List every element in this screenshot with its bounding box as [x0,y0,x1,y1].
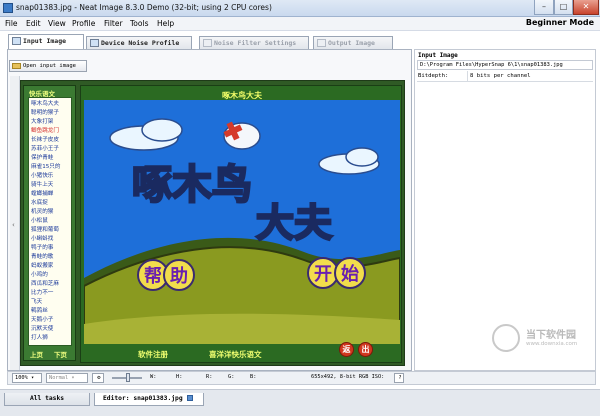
tab-device-noise-profile[interactable]: Device Noise Profile [86,36,192,49]
watermark: 当下软件园 www.downxia.com [492,322,592,358]
chevron-left-icon[interactable]: ‹ [12,221,15,229]
list-item: 苏菲小王子 [31,146,59,152]
w-label: W: [150,374,157,380]
divider [467,71,468,81]
list-item: 麻雀15只的 [31,164,61,170]
back-badge: 返 [339,342,354,357]
image-icon [12,37,21,45]
start-char-2: 始 [341,263,359,285]
list-item: 飞天 [31,299,43,305]
list-item: 鲫鱼跳龙门 [31,128,59,134]
menu-file[interactable]: File [5,19,18,28]
image-sidebar: 快乐语文 啄木鸟大夫 聪明的猴子 大象打架 鲫鱼跳龙门 长袜子皮皮 苏菲小王子 … [23,85,76,361]
watermark-logo [492,324,520,352]
list-item: 蚂蚁搬家 [31,263,54,269]
list-item: 沉默天使 [31,326,54,332]
app-icon [3,3,13,13]
footer-register: 软件注册 [138,350,168,359]
watermark-text: 当下软件园 [526,330,576,341]
b-label: B: [250,374,257,380]
list-item: 长袜子皮皮 [31,137,59,143]
h-label: H: [176,374,183,380]
list-item: 啄木鸟大夫 [31,101,59,107]
minimize-button[interactable]: – [534,0,554,15]
list-item: 西瓜和芝麻 [31,281,59,287]
title-bar: snap01383.jpg - Neat Image 8.3.0 Demo (3… [0,0,600,17]
maximize-button[interactable]: □ [554,0,573,15]
image-path-field[interactable]: D:\Program Files\HyperSnap 6\1\snap01383… [417,60,593,70]
help-char-2: 助 [170,265,188,287]
footer-brand: 喜洋洋快乐语文 [209,350,262,359]
zoom-select[interactable]: 100% ▾ [12,373,42,383]
main-tabs: Input Image Device Noise Profile Noise F… [0,33,600,49]
big-title-1: 啄木鸟 [132,162,252,208]
tab-noise-filter-settings[interactable]: Noise Filter Settings [199,36,309,49]
bitdepth-value: 8 bits per channel [470,73,531,79]
view-mode-select[interactable]: Normal ▾ [46,373,88,383]
g-label: G: [228,374,235,380]
list-item: 螳螂捕蝉 [31,191,54,197]
preview-slider-handle[interactable] [126,373,130,382]
sidebar-prev-page: 上页 [30,351,43,359]
left-collapse-strip[interactable]: ‹ › [10,76,20,404]
list-item: 大象打架 [31,119,54,125]
list-item: 鸭子的事 [31,245,54,251]
tab-input-image[interactable]: Input Image [8,34,84,49]
help-char-1: 帮 [144,265,162,287]
sidebar-next-page: 下页 [54,351,67,359]
info-heading: Input Image [418,52,458,59]
menu-bar: File Edit View Profile Filter Tools Help… [0,17,600,31]
task-bar [0,389,600,416]
menu-view[interactable]: View [48,19,66,28]
list-item: 保护青蛙 [31,155,54,161]
menu-profile[interactable]: Profile [72,19,95,28]
mode-label[interactable]: Beginner Mode [526,18,594,27]
divider [417,81,593,82]
sidebar-list: 啄木鸟大夫 聪明的猴子 大象打架 鲫鱼跳龙门 长袜子皮皮 苏菲小王子 保护青蛙 … [28,97,72,346]
help-button[interactable]: ? [394,373,404,383]
tab-output-image[interactable]: Output Image [313,36,393,49]
list-item: 小松鼠 [31,218,48,224]
tab-all-tasks[interactable]: All tasks [4,393,90,406]
game-screen: 啄木鸟大夫 啄木鸟 大夫 帮 助 开 始 软件注册 喜洋洋快乐语文 返 出 [80,85,402,363]
open-input-image-button[interactable]: Open input image [9,60,87,72]
image-info: 655x492, 8-bit RGB ISO: [311,374,385,380]
list-item: 狐狸和葡萄 [31,227,59,233]
list-item: 水底捉 [31,200,48,206]
watermark-url: www.downxia.com [526,341,578,347]
bitdepth-label: Bitdepth: [418,73,449,79]
list-item: 打人狮 [31,335,48,341]
editor-icon [186,395,193,401]
start-char-1: 开 [314,264,332,285]
menu-help[interactable]: Help [157,19,174,28]
list-item: 比力不一 [31,290,54,296]
r-label: R: [206,374,213,380]
exit-badge: 出 [358,342,373,357]
list-item: 青蛙的歌 [31,254,54,260]
ground [84,313,400,344]
list-item: 鹌鹑丝 [31,308,48,314]
output-icon [317,39,326,47]
list-item: 机灵的猴 [31,209,54,215]
menu-filter[interactable]: Filter [104,19,123,28]
list-item: 小鸡的 [31,272,48,278]
game-scene: 啄木鸟 大夫 帮 助 开 始 [84,100,400,344]
filter-icon [203,39,212,47]
close-button[interactable]: ✕ [573,0,599,15]
window-title: snap01383.jpg - Neat Image 8.3.0 Demo (3… [16,3,272,12]
list-item: 小蝌蚪找 [31,236,54,242]
menu-tools[interactable]: Tools [130,19,148,28]
list-item: 天鹅小子 [31,317,54,323]
folder-icon [12,63,21,69]
profile-icon [90,39,99,47]
tab-editor[interactable]: Editor: snap01383.jpg [94,393,204,406]
gear-icon[interactable]: ⚙ [92,373,104,383]
list-item: 聪明的猴子 [31,110,59,116]
big-title-2: 大夫 [256,201,332,245]
list-item: 小猪快乐 [31,173,54,179]
list-item: 骑牛上天 [31,182,54,188]
menu-edit[interactable]: Edit [26,19,41,28]
